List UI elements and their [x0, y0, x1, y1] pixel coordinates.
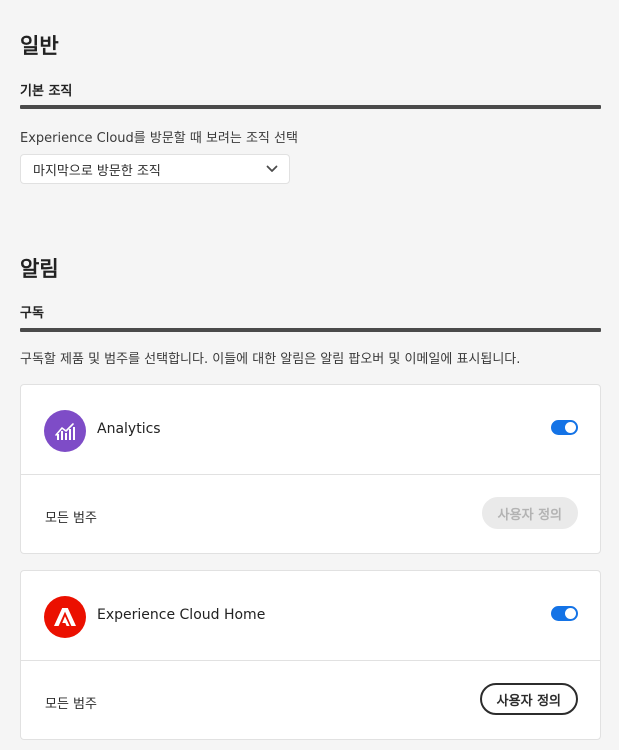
card-header: Experience Cloud Home [21, 571, 600, 661]
chevron-down-icon [265, 162, 279, 176]
default-org-divider [20, 105, 601, 109]
category-label: 모든 범주 [45, 697, 97, 712]
notifications-section-title: 알림 [20, 257, 59, 281]
toggle-knob [565, 422, 576, 433]
adobe-icon [44, 596, 86, 638]
analytics-subscription-card: Analytics 모든 범주 사용자 정의 [20, 384, 601, 554]
experience-cloud-home-customize-button[interactable]: 사용자 정의 [479, 683, 578, 715]
default-org-picker[interactable]: 마지막으로 방문한 조직 [20, 154, 290, 184]
default-org-description: Experience Cloud를 방문할 때 보려는 조직 선택 [20, 131, 298, 146]
experience-cloud-home-subscription-card: Experience Cloud Home 모든 범주 사용자 정의 [20, 570, 601, 740]
toggle-knob [565, 608, 576, 619]
general-section-title: 일반 [20, 34, 59, 58]
subscriptions-divider [20, 328, 601, 332]
card-footer: 모든 범주 사용자 정의 [21, 661, 600, 739]
analytics-icon [44, 410, 86, 452]
card-header: Analytics [21, 385, 600, 475]
card-footer: 모든 범주 사용자 정의 [21, 475, 600, 553]
subscriptions-description: 구독할 제품 및 범주를 선택합니다. 이들에 대한 알림은 알림 팝오버 및 … [20, 352, 521, 367]
category-label: 모든 범주 [45, 511, 97, 526]
product-name: Experience Cloud Home [97, 607, 266, 623]
default-org-heading: 기본 조직 [20, 84, 73, 99]
experience-cloud-home-subscription-toggle[interactable] [551, 606, 578, 621]
default-org-picker-value: 마지막으로 방문한 조직 [33, 163, 161, 179]
analytics-subscription-toggle[interactable] [551, 420, 578, 435]
product-name: Analytics [97, 421, 161, 437]
subscriptions-heading: 구독 [20, 306, 44, 321]
analytics-customize-button[interactable]: 사용자 정의 [481, 497, 578, 529]
